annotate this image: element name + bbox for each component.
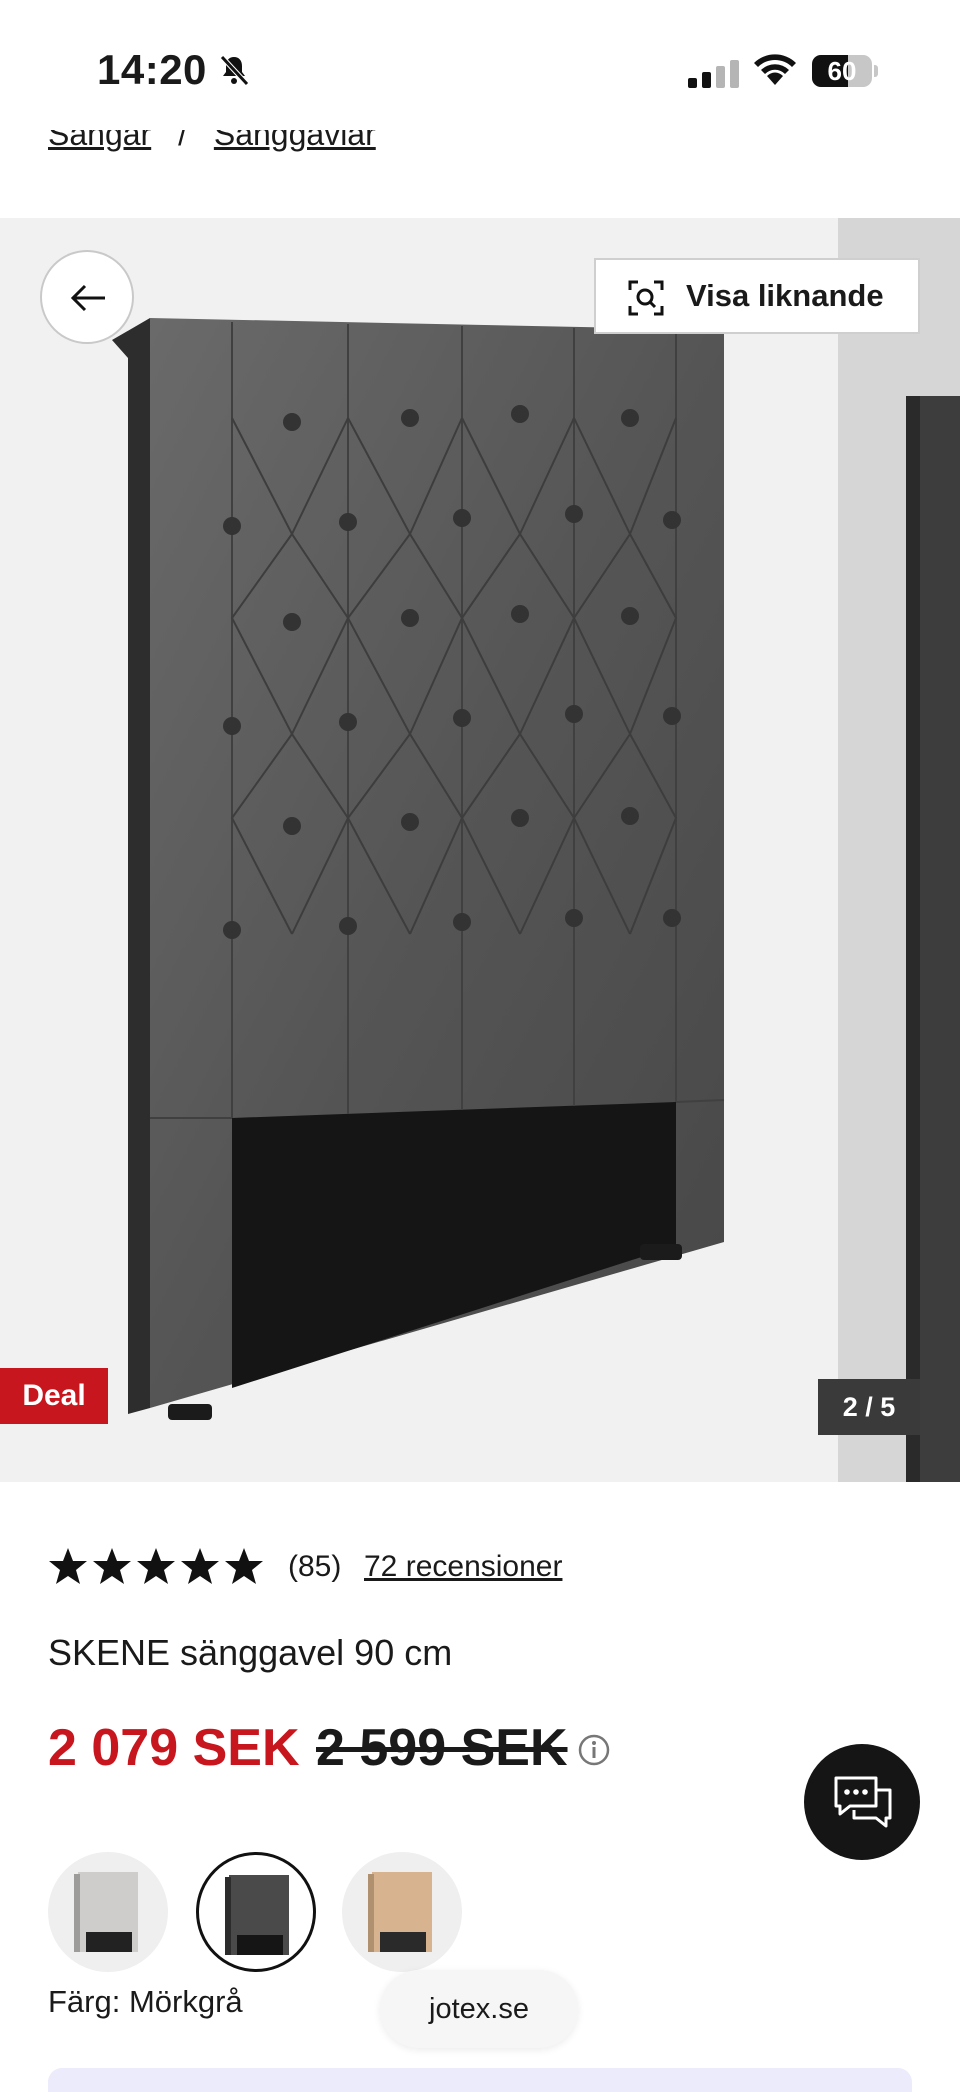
image-page-counter: 2 / 5 xyxy=(818,1379,920,1435)
swatch-thumbnail xyxy=(368,1872,432,1952)
color-swatch-ljusgra[interactable] xyxy=(48,1852,168,1972)
chat-icon xyxy=(834,1776,892,1828)
breadcrumb-link-sanggavlar[interactable]: Sänggavlar xyxy=(214,130,376,152)
star-icon xyxy=(137,1548,175,1584)
product-image xyxy=(112,318,725,1420)
back-button[interactable] xyxy=(40,250,134,344)
deal-badge: Deal xyxy=(0,1368,108,1424)
info-icon[interactable] xyxy=(578,1734,610,1766)
star-icon xyxy=(225,1548,263,1584)
color-label: Färg: Mörkgrå xyxy=(48,1984,243,2019)
sale-price: 2 079 SEK xyxy=(48,1719,300,1777)
status-time: 14:20 xyxy=(97,46,207,93)
visa-liknande-button[interactable]: Visa liknande xyxy=(594,258,920,334)
swatch-thumbnail xyxy=(74,1872,138,1952)
breadcrumb-separator: / xyxy=(178,130,187,152)
browser-address-pill[interactable]: jotex.se xyxy=(380,1970,578,2048)
domain-text: jotex.se xyxy=(429,1993,529,2025)
product-title: SKENE sänggavel 90 cm xyxy=(48,1632,453,1673)
reviews-link[interactable]: 72 recensioner xyxy=(364,1550,562,1584)
star-icon xyxy=(181,1548,219,1584)
swatch-thumbnail xyxy=(225,1875,289,1955)
bell-muted-icon xyxy=(220,55,249,86)
star-rating xyxy=(48,1546,268,1591)
old-price: 2 599 SEK xyxy=(316,1719,568,1777)
color-swatch-morkgra[interactable] xyxy=(196,1852,316,1972)
visa-liknande-label: Visa liknande xyxy=(686,278,884,313)
arrow-left-icon xyxy=(70,284,105,312)
rating-count: (85) xyxy=(288,1550,342,1583)
battery-level: 60 xyxy=(827,56,857,86)
status-bar: 14:20 60 xyxy=(0,0,960,130)
chat-button[interactable] xyxy=(804,1744,920,1860)
battery-icon: 60 xyxy=(812,55,878,87)
visual-search-icon xyxy=(628,280,664,316)
next-image-preview[interactable] xyxy=(838,218,960,1482)
breadcrumb: Sängar / Sänggavlar xyxy=(48,130,748,170)
breadcrumb-link-sangar[interactable]: Sängar xyxy=(48,130,151,152)
product-image-gallery[interactable]: Visa liknande Deal 2 / 5 xyxy=(0,218,960,1482)
signal-icon xyxy=(688,60,739,88)
star-icon xyxy=(49,1548,87,1584)
color-swatch-beige[interactable] xyxy=(342,1852,462,1972)
star-icon xyxy=(93,1548,131,1584)
bottom-panel-edge xyxy=(48,2068,912,2092)
wifi-icon xyxy=(754,54,796,85)
